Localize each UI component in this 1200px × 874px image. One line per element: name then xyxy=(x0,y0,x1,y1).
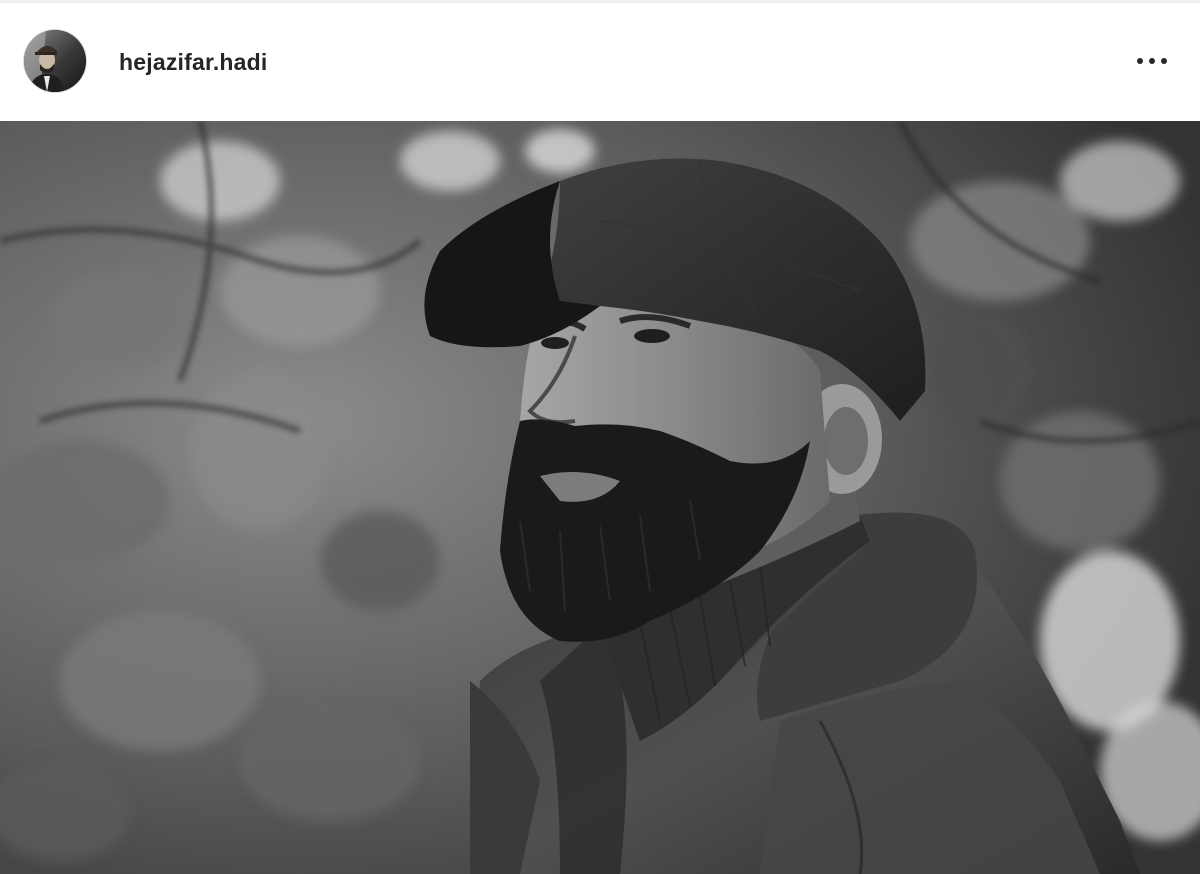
more-horizontal-icon xyxy=(1137,58,1167,64)
post-photo[interactable] xyxy=(0,121,1200,874)
avatar-image xyxy=(24,30,86,92)
more-options-button[interactable] xyxy=(1132,43,1172,79)
profile-avatar[interactable] xyxy=(24,30,86,92)
photo-bearded-man-in-cap xyxy=(0,121,1200,874)
post-header: hejazifar.hadi xyxy=(0,3,1200,121)
instagram-post: hejazifar.hadi xyxy=(0,0,1200,874)
post-username[interactable]: hejazifar.hadi xyxy=(119,49,268,76)
